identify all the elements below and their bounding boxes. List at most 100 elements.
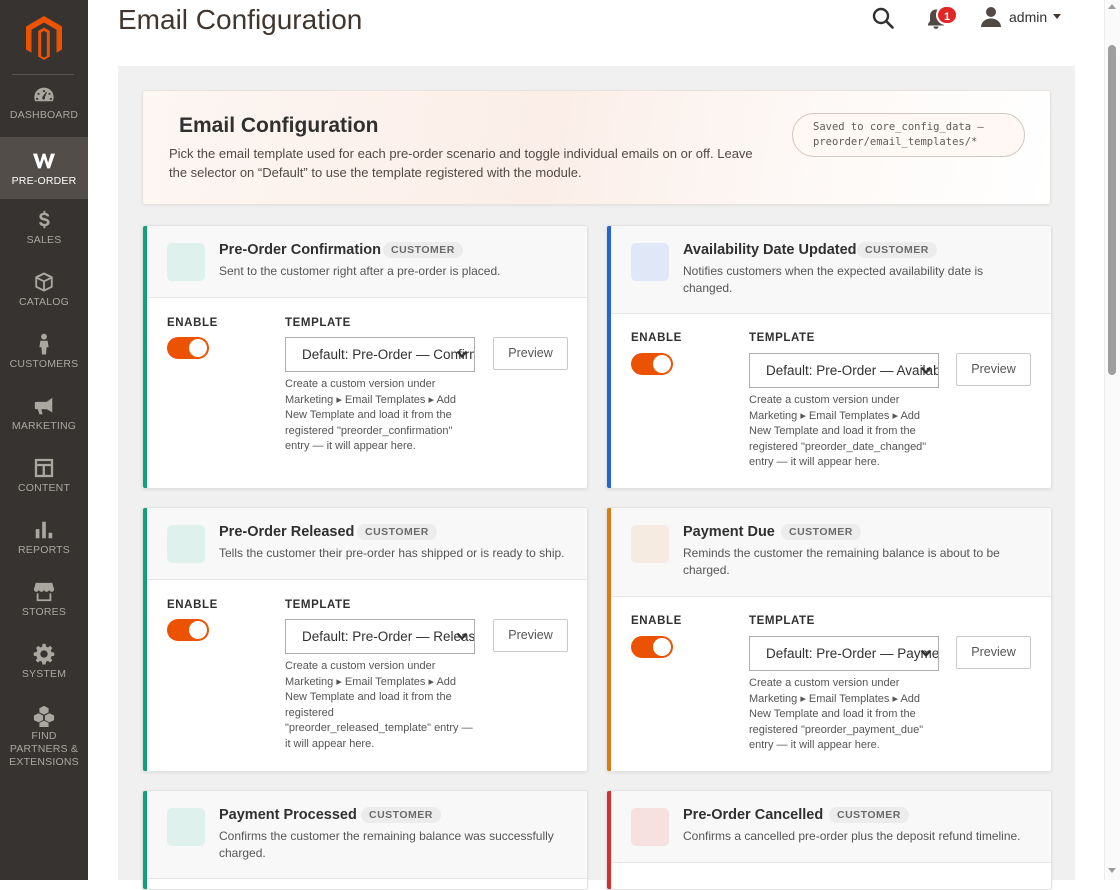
enable-label: ENABLE: [167, 317, 218, 329]
email-card-payment-due: Payment Due CUSTOMER Reminds the custome…: [606, 507, 1052, 772]
email-card-preorder-released: Pre-Order Released CUSTOMER Tells the cu…: [142, 507, 588, 772]
preview-button[interactable]: Preview: [493, 619, 568, 652]
intro-title: Email Configuration: [179, 114, 379, 137]
saved-note-line: Saved to core_config_data —: [813, 121, 984, 133]
dollar-icon: [32, 209, 56, 231]
sidebar-item-marketing[interactable]: MARKETING: [0, 395, 88, 457]
admin-sidebar: DASHBOARD PRE-ORDER SALES CATALOG CUSTOM…: [0, 0, 88, 880]
audience-tag: CUSTOMER: [357, 524, 437, 540]
intro-description: Pick the email template used for each pr…: [169, 146, 753, 180]
enable-toggle[interactable]: [167, 337, 209, 359]
audience-tag: CUSTOMER: [829, 807, 909, 823]
enable-toggle[interactable]: [631, 353, 673, 375]
sidebar-item-label: REPORTS: [18, 544, 70, 556]
card-header: Pre-Order Confirmation CUSTOMER Sent to …: [147, 226, 587, 298]
sidebar-item-label: CUSTOMERS: [9, 358, 79, 370]
sidebar-item-label: SALES: [26, 234, 62, 246]
audience-tag: CUSTOMER: [383, 242, 463, 258]
chevron-down-icon[interactable]: [1053, 14, 1061, 19]
card-color-swatch: [631, 525, 669, 563]
sidebar-item-reports[interactable]: REPORTS: [0, 519, 88, 581]
sidebar-item-stores[interactable]: STORES: [0, 581, 88, 643]
template-select[interactable]: Default: Pre-Order — Availability: [749, 353, 939, 388]
sidebar-item-sales[interactable]: SALES: [0, 209, 88, 271]
toggle-knob: [653, 638, 671, 656]
gear-icon: [32, 643, 56, 665]
template-hint: Create a custom version under Marketing …: [285, 378, 457, 452]
template-label: TEMPLATE: [749, 332, 815, 344]
sidebar-item-label: FIND PARTNERS & EXTENSIONS: [9, 730, 79, 768]
email-card-preorder-cancelled: Pre-Order Cancelled CUSTOMER Confirms a …: [606, 790, 1052, 890]
email-card-payment-processed: Payment Processed CUSTOMER Confirms the …: [142, 790, 588, 890]
chevron-down-icon: [920, 366, 932, 375]
search-icon[interactable]: [871, 6, 895, 30]
card-header: Availability Date Updated CUSTOMER Notif…: [611, 226, 1051, 314]
saved-note-line: preorder/email_templates/*: [813, 136, 978, 148]
megaphone-icon: [32, 395, 56, 417]
enable-toggle[interactable]: [167, 619, 209, 641]
user-menu-name[interactable]: admin: [1009, 9, 1047, 25]
preview-button[interactable]: Preview: [956, 353, 1031, 386]
sidebar-item-label: SYSTEM: [21, 668, 67, 680]
card-header: Payment Due CUSTOMER Reminds the custome…: [611, 508, 1051, 597]
audience-tag: CUSTOMER: [361, 807, 441, 823]
audience-tag: CUSTOMER: [857, 242, 937, 258]
template-select-value: Default: Pre-Order — Confirmation: [302, 347, 474, 362]
person-icon: [32, 333, 56, 355]
sidebar-item-find-partners[interactable]: FIND PARTNERS & EXTENSIONS: [0, 705, 88, 773]
chevron-down-icon: [456, 632, 468, 641]
card-header: Pre-Order Released CUSTOMER Tells the cu…: [147, 508, 587, 580]
sidebar-item-system[interactable]: SYSTEM: [0, 643, 88, 705]
template-select[interactable]: Default: Pre-Order — Payment Due: [749, 636, 939, 671]
enable-label: ENABLE: [631, 615, 682, 627]
template-hint: Create a custom version under Marketing …: [749, 394, 927, 468]
card-title: Payment Processed: [219, 807, 357, 823]
card-title: Pre-Order Released: [219, 524, 355, 540]
audience-tag: CUSTOMER: [781, 524, 861, 540]
chevron-down-icon: [456, 350, 468, 359]
template-label: TEMPLATE: [285, 317, 351, 329]
card-header: Pre-Order Cancelled CUSTOMER Confirms a …: [611, 791, 1051, 863]
magento-logo-icon[interactable]: [24, 16, 64, 60]
box-icon: [32, 271, 56, 293]
email-card-availability-date-updated: Availability Date Updated CUSTOMER Notif…: [606, 225, 1052, 489]
toggle-knob: [189, 339, 207, 357]
card-color-swatch: [167, 525, 205, 563]
sidebar-item-label: STORES: [21, 606, 67, 618]
template-select-value: Default: Pre-Order — Payment Due: [766, 646, 939, 661]
card-color-swatch: [167, 808, 205, 846]
sidebar-item-label: MARKETING: [11, 420, 77, 432]
preview-button[interactable]: Preview: [956, 636, 1031, 669]
template-hint: Create a custom version under Marketing …: [285, 660, 473, 750]
card-description: Confirms a cancelled pre-order plus the …: [683, 829, 1021, 843]
sidebar-item-label: CONTENT: [17, 482, 71, 494]
preview-button[interactable]: Preview: [493, 337, 568, 370]
scroll-down-arrow-icon[interactable]: [1108, 868, 1116, 873]
notification-count-badge[interactable]: 1: [936, 5, 958, 25]
user-avatar-icon[interactable]: [980, 6, 1002, 28]
scrollbar-thumb[interactable]: [1108, 45, 1116, 375]
enable-toggle[interactable]: [631, 636, 673, 658]
card-title: Pre-Order Confirmation: [219, 242, 381, 258]
sidebar-item-content[interactable]: CONTENT: [0, 457, 88, 519]
sidebar-divider: [12, 74, 74, 75]
template-label: TEMPLATE: [749, 615, 815, 627]
page-title: Email Configuration: [118, 4, 363, 35]
template-select[interactable]: Default: Pre-Order — Confirmation: [285, 337, 475, 372]
card-color-swatch: [631, 808, 669, 846]
saved-location-pill: Saved to core_config_data — preorder/ema…: [792, 113, 1025, 157]
enable-label: ENABLE: [631, 332, 682, 344]
sidebar-item-label: CATALOG: [18, 296, 70, 308]
sidebar-item-catalog[interactable]: CATALOG: [0, 271, 88, 333]
template-label: TEMPLATE: [285, 599, 351, 611]
dashboard-icon: [32, 84, 56, 106]
scroll-up-arrow-icon[interactable]: [1108, 4, 1116, 9]
template-hint: Create a custom version under Marketing …: [749, 677, 924, 751]
card-header: Payment Processed CUSTOMER Confirms the …: [147, 791, 587, 879]
enable-label: ENABLE: [167, 599, 218, 611]
template-select[interactable]: Default: Pre-Order — Released: [285, 619, 475, 654]
sidebar-item-customers[interactable]: CUSTOMERS: [0, 333, 88, 395]
bar-chart-icon: [32, 519, 56, 541]
toggle-knob: [653, 355, 671, 373]
sidebar-item-pre-order[interactable]: PRE-ORDER: [0, 137, 88, 199]
